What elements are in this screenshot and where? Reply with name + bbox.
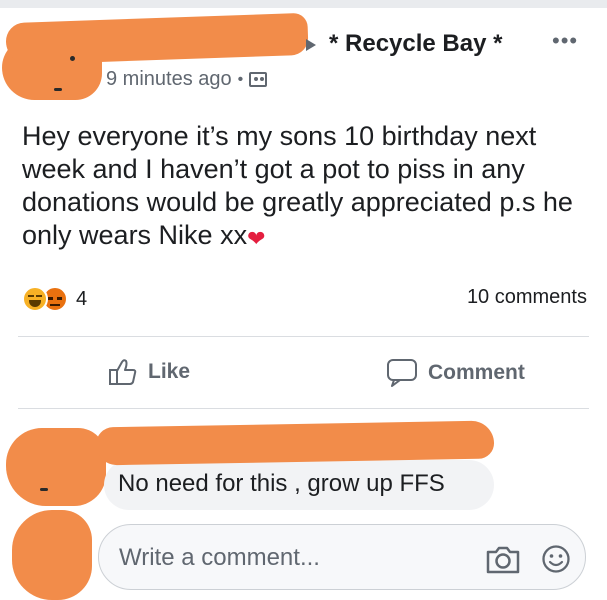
group-privacy-icon [249,72,268,87]
redacted-author-name [5,12,309,66]
reaction-count: 4 [76,287,88,310]
thumbs-up-icon [109,359,137,385]
comment-label: Comment [428,361,525,384]
redacted-user-avatar [12,510,92,600]
comment-text: No need for this , grow up FFS [118,470,445,497]
arrow-right-icon [306,39,316,51]
avatar-detail [54,88,62,91]
more-options-icon[interactable]: ••• [552,30,578,52]
speech-bubble-icon [387,359,417,387]
meta-separator: • [237,70,244,88]
avatar-detail [70,56,75,61]
haha-emoji-icon [22,286,48,312]
redacted-commenter-avatar [6,428,106,506]
post-text: Hey everyone it’s my sons 10 birthday ne… [22,121,573,250]
top-bar [0,0,607,8]
divider [18,336,589,337]
post-body: Hey everyone it’s my sons 10 birthday ne… [22,120,592,253]
post-timestamp[interactable]: 9 minutes ago [106,68,232,91]
comment-composer[interactable] [98,524,586,590]
like-label: Like [148,360,191,383]
group-name-link[interactable]: * Recycle Bay * [329,30,502,58]
smiley-icon[interactable] [541,544,571,574]
redacted-commenter-name [95,420,495,466]
comments-count-link[interactable]: 10 comments [467,286,587,309]
like-button[interactable]: Like [108,358,190,386]
comment-button[interactable]: Comment [386,358,525,388]
divider [18,408,589,409]
avatar-detail [40,488,48,491]
camera-icon[interactable] [485,545,521,575]
reactions-summary[interactable]: 4 [22,286,87,312]
heart-icon: ❤ [247,226,266,251]
comment-bubble: No need for this , grow up FFS [104,460,494,510]
post-meta: 9 minutes ago • [106,68,268,91]
comment-input[interactable] [119,543,449,573]
